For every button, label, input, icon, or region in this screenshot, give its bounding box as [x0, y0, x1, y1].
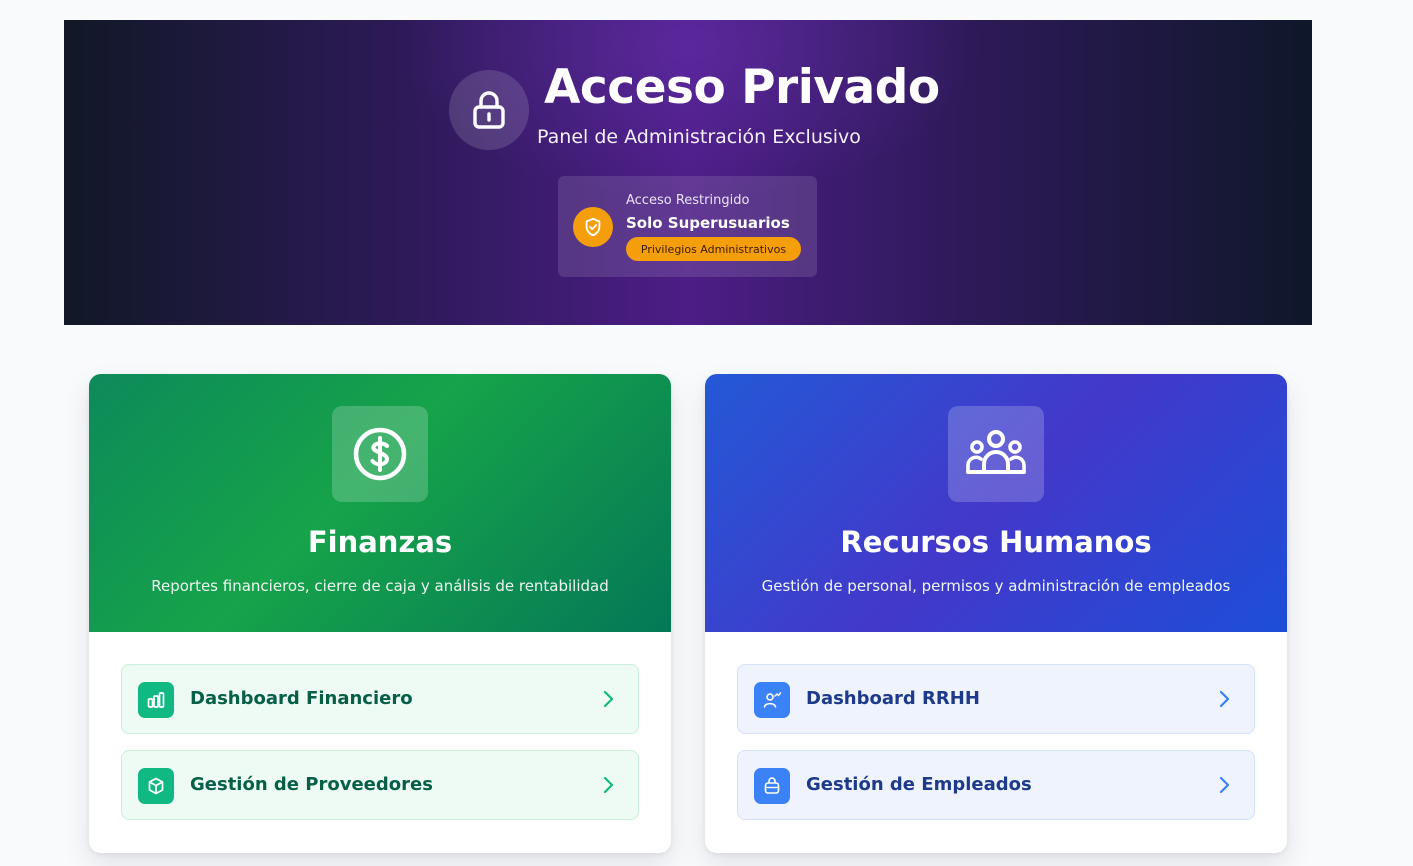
- users-icon: [948, 406, 1044, 502]
- page-title: Acceso Privado: [544, 60, 940, 115]
- menu-item-label: Gestión de Proveedores: [190, 774, 433, 795]
- privileges-pill: Privilegios Administrativos: [626, 237, 801, 261]
- badge-label: Acceso Restringido: [626, 193, 750, 208]
- card-finanzas: Finanzas Reportes financieros, cierre de…: [89, 374, 671, 853]
- menu-item-label: Dashboard Financiero: [190, 688, 413, 709]
- chevron-right-icon: [598, 775, 618, 795]
- menu-item-label: Gestión de Empleados: [806, 774, 1032, 795]
- menu-item-label: Dashboard RRHH: [806, 688, 980, 709]
- card-title: Recursos Humanos: [840, 525, 1152, 559]
- badge-title: Solo Superusuarios: [626, 214, 790, 232]
- user-chart-icon: [754, 682, 790, 718]
- briefcase-icon: [754, 768, 790, 804]
- menu-item-dashboard-financiero[interactable]: Dashboard Financiero: [121, 664, 639, 734]
- menu-item-gestion-empleados[interactable]: Gestión de Empleados: [737, 750, 1255, 820]
- chevron-right-icon: [1214, 775, 1234, 795]
- menu-item-gestion-proveedores[interactable]: Gestión de Proveedores: [121, 750, 639, 820]
- box-icon: [138, 768, 174, 804]
- dollar-icon: [332, 406, 428, 502]
- menu-item-dashboard-rrhh[interactable]: Dashboard RRHH: [737, 664, 1255, 734]
- card-description: Reportes financieros, cierre de caja y a…: [151, 577, 609, 595]
- hero-banner: Acceso Privado Panel de Administración E…: [64, 20, 1312, 325]
- bar-chart-icon: [138, 682, 174, 718]
- chevron-right-icon: [598, 689, 618, 709]
- access-badge: Acceso Restringido Solo Superusuarios Pr…: [558, 176, 817, 277]
- card-header: Finanzas Reportes financieros, cierre de…: [89, 374, 671, 632]
- card-title: Finanzas: [307, 525, 453, 559]
- card-header: Recursos Humanos Gestión de personal, pe…: [705, 374, 1287, 632]
- card-description: Gestión de personal, permisos y administ…: [761, 577, 1231, 595]
- card-recursos-humanos: Recursos Humanos Gestión de personal, pe…: [705, 374, 1287, 853]
- shield-check-icon: [573, 207, 613, 247]
- page-subtitle: Panel de Administración Exclusivo: [537, 126, 861, 148]
- chevron-right-icon: [1214, 689, 1234, 709]
